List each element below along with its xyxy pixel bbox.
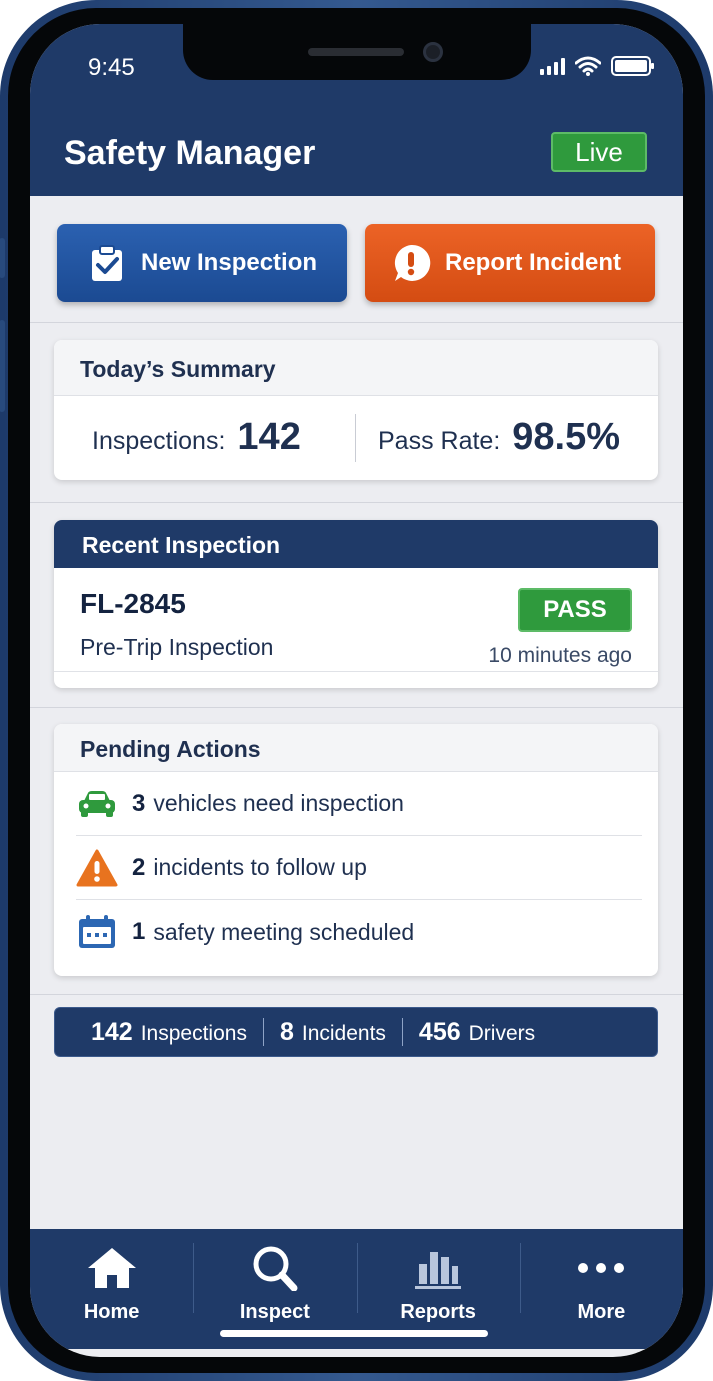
stats-separator	[262, 1018, 264, 1046]
inspections-value: 142	[237, 416, 301, 458]
summary-body: Inspections: 142 Pass Rate: 98.5%	[54, 396, 658, 480]
pending-count: 3	[132, 789, 146, 817]
new-inspection-label: New Inspection	[141, 249, 318, 276]
recent-inspection-body: FL-2845 Pre-Trip Inspection PASS 10 minu…	[54, 568, 658, 688]
stat-divider	[355, 414, 356, 462]
pending-count: 1	[132, 918, 146, 945]
tab-label: More	[577, 1301, 626, 1323]
tab-label: Home	[83, 1301, 140, 1323]
page-title: Safety Manager	[64, 134, 316, 172]
pending-count: 2	[132, 853, 146, 881]
alert-bubble-icon	[394, 244, 431, 281]
home-icon	[85, 1245, 139, 1291]
stats-label: Drivers	[468, 1021, 536, 1045]
section-divider	[30, 994, 683, 995]
status-time: 9:45	[88, 54, 135, 81]
report-incident-button[interactable]: Report Incident	[365, 224, 655, 302]
new-inspection-button[interactable]: New Inspection	[57, 224, 347, 302]
app-header: Safety Manager Live	[30, 104, 683, 196]
bar-chart-icon	[411, 1245, 465, 1291]
inspection-timestamp: 10 minutes ago	[488, 644, 632, 667]
tab-label: Reports	[400, 1301, 476, 1323]
phone-frame: 9:45 Safety Manager Live New Inspection …	[0, 0, 713, 1381]
tab-more[interactable]: More	[519, 1229, 683, 1349]
more-icon	[574, 1245, 628, 1291]
search-icon	[248, 1245, 302, 1291]
divider	[54, 671, 658, 672]
live-status-badge: Live	[551, 132, 647, 172]
volume-button	[0, 320, 5, 412]
summary-card: Today’s Summary Inspections: 142 Pass Ra…	[54, 340, 658, 480]
status-bar: 9:45	[30, 24, 683, 104]
pending-item-meeting[interactable]: 1 safety meeting scheduled	[76, 900, 642, 964]
report-incident-label: Report Incident	[445, 249, 622, 276]
inspections-stat: Inspections: 142	[92, 416, 301, 459]
pass-rate-label: Pass Rate:	[378, 427, 501, 455]
inspections-label: Inspections:	[92, 427, 226, 455]
pass-rate-stat: Pass Rate: 98.5%	[378, 416, 620, 459]
speaker	[308, 48, 404, 56]
stats-bar: 142 Inspections 8 Incidents 456 Drivers	[54, 1007, 658, 1057]
pending-item-vehicles[interactable]: 3 vehicles need inspection	[76, 772, 642, 836]
stats-drivers: 456 Drivers	[419, 1018, 535, 1047]
status-icons	[540, 56, 654, 76]
section-divider	[30, 502, 683, 503]
pass-status-badge: PASS	[518, 588, 632, 632]
clipboard-check-icon	[92, 245, 122, 281]
recent-inspection-card[interactable]: Recent Inspection FL-2845 Pre-Trip Inspe…	[54, 520, 658, 688]
pending-actions-card: Pending Actions 3 vehicles need inspecti…	[54, 724, 658, 976]
pass-rate-value: 98.5%	[512, 416, 621, 458]
pending-text: safety meeting scheduled	[153, 918, 415, 945]
summary-title: Today’s Summary	[54, 340, 658, 396]
stats-value: 456	[418, 1017, 461, 1046]
section-divider	[30, 322, 683, 323]
stats-separator	[401, 1018, 403, 1046]
tab-label: Inspect	[239, 1301, 310, 1323]
stats-label: Inspections	[140, 1021, 247, 1045]
pending-actions-title: Pending Actions	[54, 724, 658, 772]
stats-value: 8	[279, 1017, 294, 1046]
recent-inspection-title: Recent Inspection	[54, 520, 658, 568]
warning-icon	[76, 849, 118, 886]
mute-switch	[0, 238, 5, 278]
stats-value: 142	[91, 1017, 133, 1046]
pending-text: vehicles need inspection	[153, 790, 404, 816]
vehicle-id: FL-2845	[80, 588, 186, 619]
car-icon	[76, 786, 118, 822]
bezel: 9:45 Safety Manager Live New Inspection …	[8, 8, 705, 1373]
inspection-type: Pre-Trip Inspection	[80, 634, 274, 660]
front-camera	[423, 42, 443, 62]
pending-text: incidents to follow up	[153, 854, 367, 880]
section-divider	[30, 707, 683, 708]
pending-item-incidents[interactable]: 2 incidents to follow up	[76, 836, 642, 900]
cellular-signal-icon	[540, 57, 565, 75]
battery-icon	[611, 56, 654, 76]
wifi-icon	[575, 56, 601, 76]
calendar-icon	[76, 914, 118, 950]
stats-inspections: 142 Inspections	[91, 1018, 247, 1047]
stats-label: Incidents	[301, 1021, 386, 1045]
notch	[183, 24, 531, 80]
home-indicator[interactable]	[220, 1330, 488, 1337]
tab-bar: Home Inspect Reports More	[30, 1229, 683, 1349]
stats-incidents: 8 Incidents	[280, 1018, 386, 1047]
tab-home[interactable]: Home	[30, 1229, 193, 1349]
screen: 9:45 Safety Manager Live New Inspection …	[30, 24, 683, 1357]
